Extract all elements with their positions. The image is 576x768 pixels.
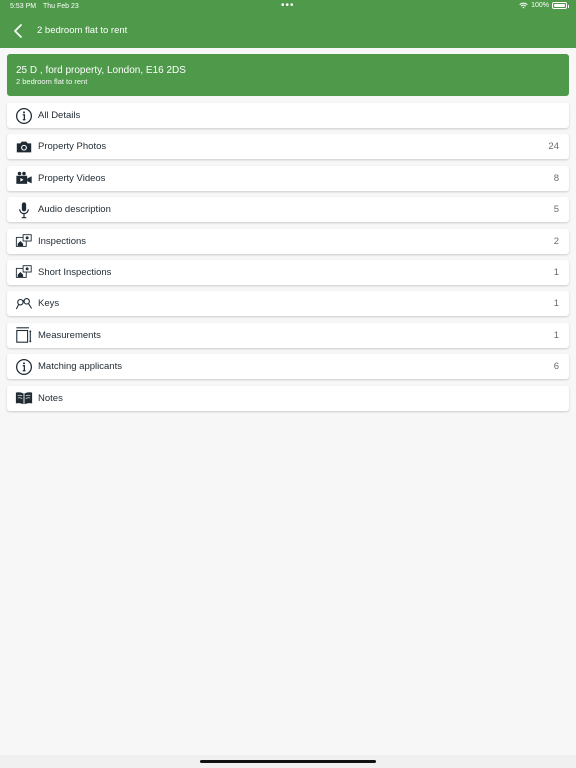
list-item-label: Audio description (38, 204, 111, 216)
book-icon (14, 388, 34, 408)
property-address: 25 D , ford property, London, E16 2DS (16, 65, 186, 76)
measure-icon (14, 325, 34, 345)
battery-icon (552, 2, 569, 9)
list-item-label: Property Photos (38, 141, 107, 153)
video-camera-icon (14, 168, 34, 188)
list-item-keys[interactable]: Keys 1 (7, 291, 569, 317)
inspection-icon (14, 262, 34, 282)
status-time: 5:53 PM (10, 3, 37, 10)
keys-icon (14, 294, 34, 314)
home-indicator[interactable] (200, 760, 376, 763)
status-date: Thu Feb 23 (43, 3, 79, 10)
list-item-short-inspections[interactable]: Short Inspections 1 (7, 259, 569, 285)
back-button[interactable] (8, 22, 28, 40)
list-item-label: Inspections (38, 235, 87, 247)
list-item-label: Property Videos (38, 172, 106, 184)
list-item-measurements[interactable]: Measurements 1 (7, 322, 569, 348)
detail-list: All Details Property Photos 24 Property … (7, 103, 569, 417)
list-item-label: Short Inspections (38, 266, 112, 278)
inspection-icon (14, 231, 34, 251)
list-item-property-videos[interactable]: Property Videos 8 (7, 165, 569, 191)
info-icon (14, 106, 34, 126)
list-item-label: All Details (38, 110, 81, 121)
list-item-label: Measurements (38, 329, 101, 341)
list-item-audio-description[interactable]: Audio description 5 (7, 197, 569, 223)
chevron-left-icon (14, 24, 22, 38)
wifi-icon (519, 2, 528, 9)
list-item-count: 5 (553, 204, 559, 216)
property-header: 25 D , ford property, London, E16 2DS 2 … (7, 54, 569, 96)
property-subtitle: 2 bedroom flat to rent (16, 77, 88, 86)
status-right: 100% (519, 2, 569, 9)
list-item-count: 6 (553, 361, 559, 373)
top-bar: 5:53 PM Thu Feb 23 ••• 100% 2 bedroom fl… (0, 0, 576, 48)
battery-percent: 100% (531, 2, 549, 9)
multitask-dots[interactable]: ••• (281, 0, 295, 11)
list-item-count: 1 (553, 329, 559, 341)
list-item-count: 24 (548, 141, 559, 153)
list-item-inspections[interactable]: Inspections 2 (7, 228, 569, 254)
info-icon (14, 357, 34, 377)
list-item-matching-applicants[interactable]: Matching applicants 6 (7, 354, 569, 380)
list-item-label: Matching applicants (38, 361, 122, 373)
camera-icon (14, 137, 34, 157)
page-title: 2 bedroom flat to rent (37, 25, 128, 36)
list-item-notes[interactable]: Notes (7, 385, 569, 411)
list-item-property-photos[interactable]: Property Photos 24 (7, 134, 569, 160)
list-item-count: 8 (553, 172, 559, 184)
list-item-count: 1 (553, 266, 559, 278)
list-item-all-details[interactable]: All Details (7, 103, 569, 128)
list-item-count: 1 (553, 298, 559, 310)
list-item-count: 2 (553, 235, 559, 247)
microphone-icon (14, 200, 34, 220)
list-item-label: Notes (38, 392, 63, 404)
list-item-label: Keys (38, 298, 60, 310)
